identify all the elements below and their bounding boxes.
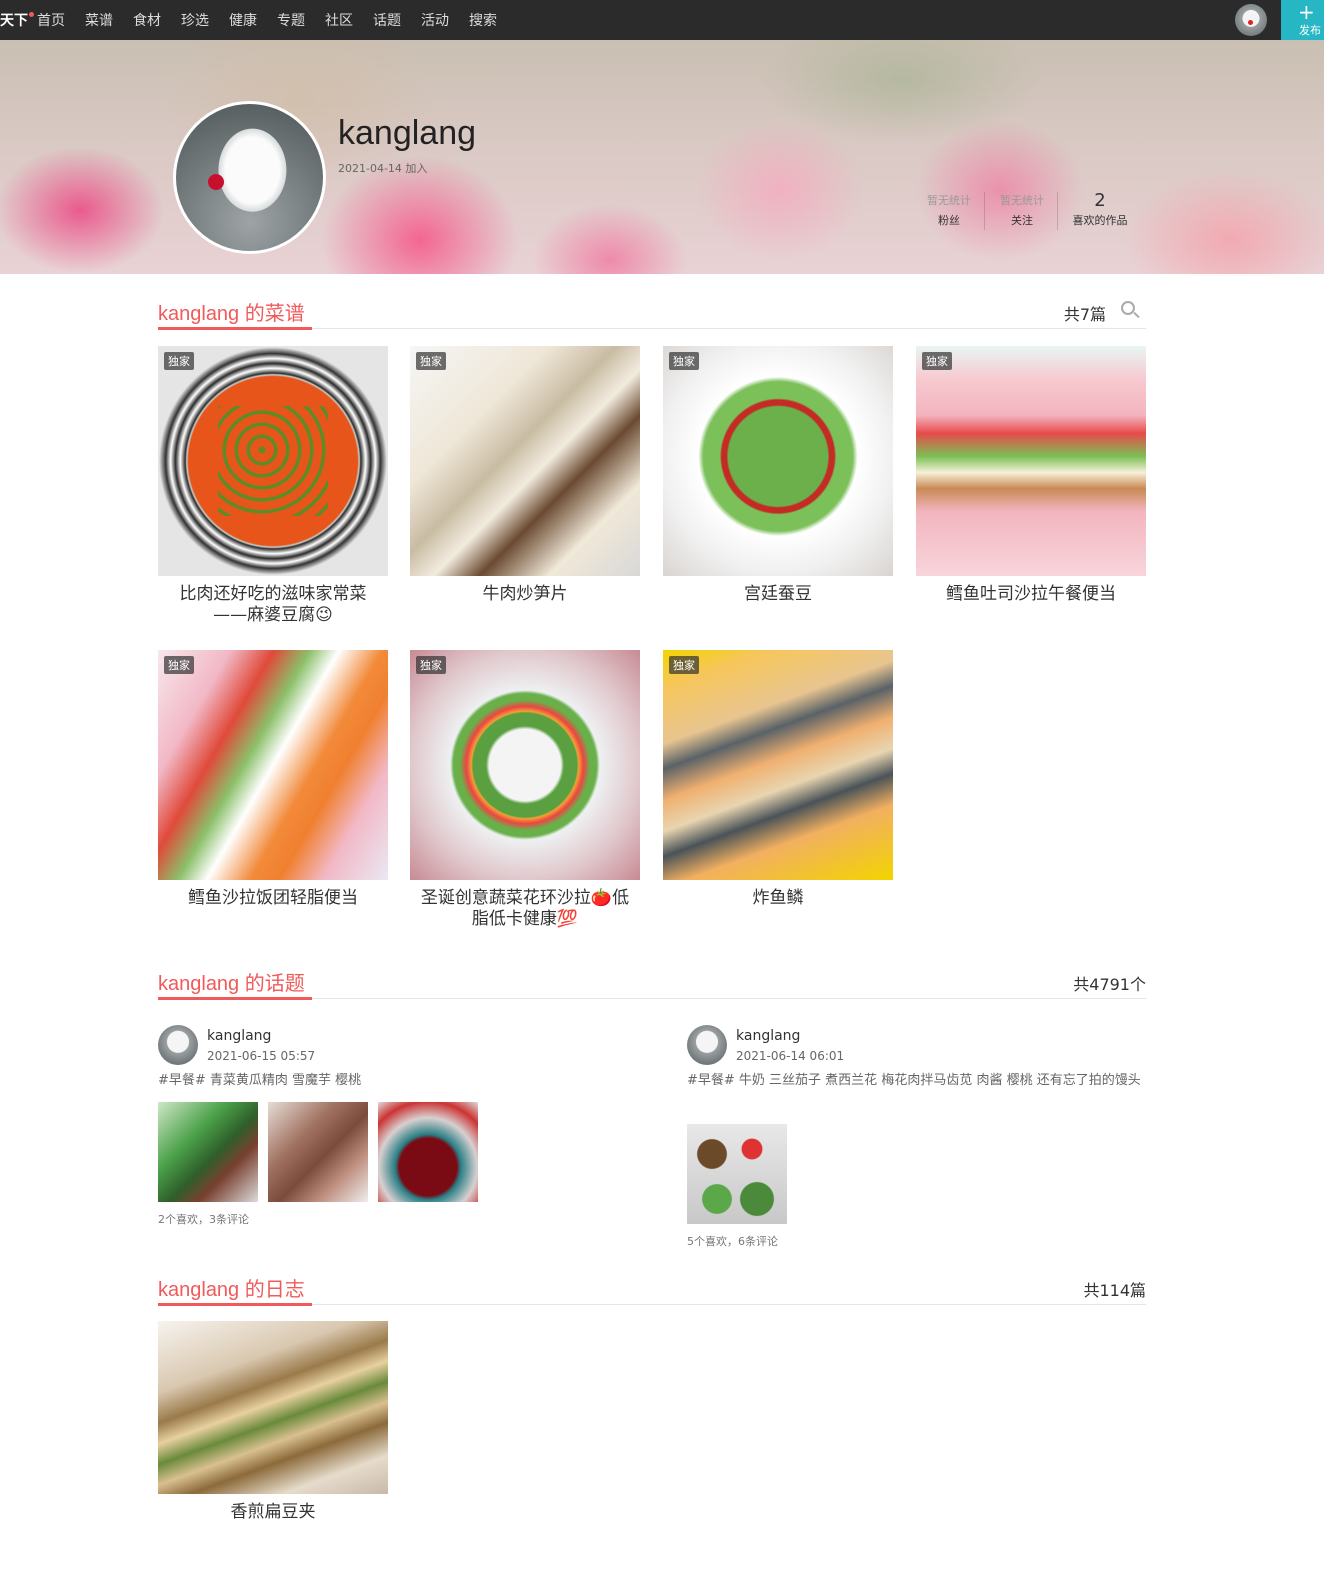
recipe-title[interactable]: 鳕鱼沙拉饭团轻脂便当 <box>158 888 388 909</box>
recipe-image[interactable]: 独家 <box>158 650 388 880</box>
stat-following[interactable]: 暂无统计 关注 <box>986 190 1058 228</box>
recipe-card[interactable]: 独家 宫廷蚕豆 <box>663 346 893 605</box>
nav-link-ingredients[interactable]: 食材 <box>133 10 161 30</box>
topic-date: 2021-06-15 05:57 <box>207 1049 316 1063</box>
nav-link-recipes[interactable]: 菜谱 <box>85 10 113 30</box>
recipe-title[interactable]: 炸鱼鳞 <box>663 888 893 909</box>
topic-image[interactable] <box>378 1102 478 1202</box>
topic-date: 2021-06-14 06:01 <box>736 1049 845 1063</box>
nav-link-events[interactable]: 活动 <box>421 10 449 30</box>
topic-text[interactable]: #早餐# 牛奶 三丝茄子 煮西兰花 梅花肉拌马齿苋 肉酱 樱桃 还有忘了拍的馒头 <box>687 1070 1147 1092</box>
recipe-card[interactable]: 独家 圣诞创意蔬菜花环沙拉🍅低脂低卡健康💯 <box>410 650 640 930</box>
nav-link-search[interactable]: 搜索 <box>469 10 497 30</box>
topic-image[interactable] <box>687 1124 787 1224</box>
recipe-title[interactable]: 鳕鱼吐司沙拉午餐便当 <box>916 584 1146 605</box>
recipes-section-title[interactable]: kanglang 的菜谱 <box>158 297 305 326</box>
stat-divider <box>1057 192 1058 230</box>
profile-username: kanglang <box>338 114 477 152</box>
topic-username[interactable]: kanglang <box>207 1028 271 1044</box>
search-icon[interactable] <box>1121 301 1135 315</box>
diary-image[interactable] <box>158 1321 388 1494</box>
exclusive-badge: 独家 <box>416 656 446 674</box>
stat-divider <box>984 192 985 230</box>
top-nav: 天下 首页 菜谱 食材 珍选 健康 专题 社区 话题 活动 搜索 + 发布 <box>0 0 1324 40</box>
topic-username[interactable]: kanglang <box>736 1028 800 1044</box>
recipes-count: 共7篇 <box>1063 305 1106 324</box>
topic-meta: 2个喜欢，3条评论 <box>158 1213 249 1226</box>
recipe-card[interactable]: 独家 牛肉炒笋片 <box>410 346 640 605</box>
recipe-card[interactable]: 独家 鳕鱼吐司沙拉午餐便当 <box>916 346 1146 605</box>
topic-avatar[interactable] <box>158 1025 198 1065</box>
section-underline <box>158 997 312 1000</box>
exclusive-badge: 独家 <box>416 352 446 370</box>
topics-section-title[interactable]: kanglang 的话题 <box>158 967 305 996</box>
recipe-card[interactable]: 独家 比肉还好吃的滋味家常菜——麻婆豆腐😉 <box>158 346 388 626</box>
recipe-title[interactable]: 宫廷蚕豆 <box>663 584 893 605</box>
recipe-image[interactable]: 独家 <box>158 346 388 576</box>
section-underline <box>158 1303 312 1306</box>
topic-avatar[interactable] <box>687 1025 727 1065</box>
nav-link-community[interactable]: 社区 <box>325 10 353 30</box>
publish-button[interactable]: + 发布 <box>1281 0 1324 40</box>
topic-image[interactable] <box>158 1102 258 1202</box>
topic-image[interactable] <box>268 1102 368 1202</box>
plus-icon: + <box>1298 0 1315 24</box>
recipe-card[interactable]: 独家 炸鱼鳞 <box>663 650 893 909</box>
nav-link-selection[interactable]: 珍选 <box>181 10 209 30</box>
profile-join-date: 2021-04-14 加入 <box>338 162 428 175</box>
recipe-image[interactable]: 独家 <box>916 346 1146 576</box>
exclusive-badge: 独家 <box>922 352 952 370</box>
recipe-title[interactable]: 圣诞创意蔬菜花环沙拉🍅低脂低卡健康💯 <box>410 888 640 930</box>
nav-link-home[interactable]: 首页 <box>37 10 65 30</box>
user-avatar[interactable] <box>1235 4 1267 36</box>
recipe-image[interactable]: 独家 <box>663 650 893 880</box>
nav-link-topics[interactable]: 话题 <box>373 10 401 30</box>
exclusive-badge: 独家 <box>669 352 699 370</box>
topic-text[interactable]: #早餐# 青菜黄瓜精肉 雪魔芋 樱桃 <box>158 1070 638 1092</box>
diary-section-title[interactable]: kanglang 的日志 <box>158 1273 305 1302</box>
diary-title[interactable]: 香煎扁豆夹 <box>158 1502 388 1523</box>
recipe-image[interactable]: 独家 <box>663 346 893 576</box>
stat-fans[interactable]: 暂无统计 粉丝 <box>913 190 985 228</box>
exclusive-badge: 独家 <box>164 656 194 674</box>
diary-card[interactable]: 香煎扁豆夹 <box>158 1321 388 1523</box>
rose-decoration <box>208 174 224 190</box>
recipe-title[interactable]: 牛肉炒笋片 <box>410 584 640 605</box>
diary-count: 共114篇 <box>1083 1281 1146 1300</box>
nav-links: 首页 菜谱 食材 珍选 健康 专题 社区 话题 活动 搜索 <box>37 0 517 40</box>
recipe-title[interactable]: 比肉还好吃的滋味家常菜——麻婆豆腐😉 <box>158 584 388 626</box>
nav-link-topics-special[interactable]: 专题 <box>277 10 305 30</box>
topic-meta: 5个喜欢，6条评论 <box>687 1235 778 1248</box>
nav-link-health[interactable]: 健康 <box>229 10 257 30</box>
recipe-card[interactable]: 独家 鳕鱼沙拉饭团轻脂便当 <box>158 650 388 909</box>
section-underline <box>158 327 312 330</box>
recipe-image[interactable]: 独家 <box>410 650 640 880</box>
stat-liked-works[interactable]: 2 喜欢的作品 <box>1064 190 1136 228</box>
profile-avatar <box>173 101 326 254</box>
topics-count: 共4791个 <box>1073 975 1146 994</box>
site-logo[interactable]: 天下 <box>0 10 34 30</box>
recipe-image[interactable]: 独家 <box>410 346 640 576</box>
exclusive-badge: 独家 <box>164 352 194 370</box>
exclusive-badge: 独家 <box>669 656 699 674</box>
